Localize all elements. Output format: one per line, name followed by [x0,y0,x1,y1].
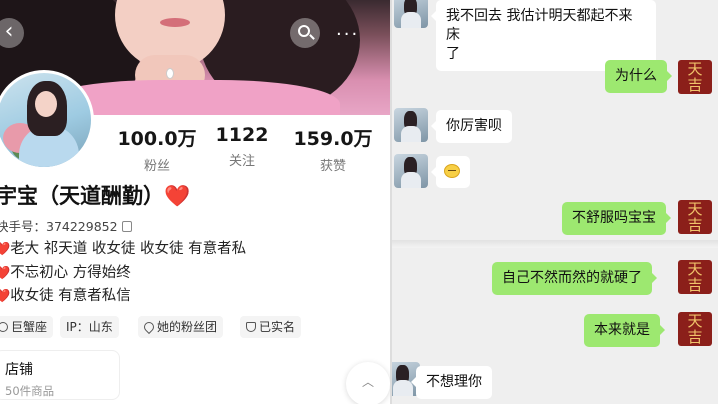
shop-item-count: 50件商品 [5,384,55,398]
stat-label: 获赞 [319,159,346,174]
heart-icon: ❤️ [0,242,11,257]
profile-avatar[interactable] [0,70,94,170]
incoming-message[interactable] [431,156,470,188]
screenshot-seam [392,240,718,248]
bio-text: 不忘初心 方得始终 [10,264,131,281]
message-text: 不想理你 [426,374,482,390]
bio-line: ❤️收女徒 有意者私信 [0,285,246,309]
back-icon: ‹ [4,19,14,44]
tag-label: IP：山东 [66,320,113,334]
stat-label: 关注 [228,154,255,169]
more-options-button[interactable]: ··· [336,24,359,45]
stat-value: 159.0万 [293,128,373,150]
heart-icon: ❤️ [0,265,11,281]
incoming-message[interactable]: 不想理你 [411,366,492,399]
self-avatar[interactable]: 天吉 [678,60,712,94]
shop-title: 店铺 [5,362,33,378]
tag-fans-group[interactable]: 她的粉丝团 [138,316,224,338]
tag-label: 巨蟹座 [11,320,48,334]
tag-label: 已实名 [259,320,296,334]
profile-screen: ‹ ··· 100.0万 粉丝 1122 关注 159.0万 获赞 宇宝（天道酬… [0,0,390,404]
contact-avatar[interactable] [394,0,428,28]
scroll-to-top-button[interactable]: ︿ [346,362,390,404]
message-text: 自己不然而然的就硬了 [502,270,642,286]
message-text: 为什么 [615,68,657,84]
heart-icon: ❤️ [0,289,11,304]
self-avatar[interactable]: 天吉 [678,200,712,234]
heart-icon: ❤️ [164,184,191,208]
bio-text: 收女徒 有意者私信 [10,288,131,304]
awkward-face-emoji-icon [444,164,460,178]
outgoing-message[interactable]: 自己不然而然的就硬了 [492,262,657,295]
user-id: 快手号：374229852 [0,219,118,234]
self-avatar[interactable]: 天吉 [678,260,712,294]
verified-shield-icon [246,322,256,332]
copy-icon[interactable] [121,221,132,232]
outgoing-message[interactable]: 为什么 [605,60,672,93]
nickname-text: 宇宝（天道酬勤） [0,184,164,208]
profile-stats: 100.0万 粉丝 1122 关注 159.0万 获赞 [105,124,390,174]
profile-nickname: 宇宝（天道酬勤）❤️ [0,180,190,210]
bio-line: ❤️不忘初心 方得始终 [0,262,246,286]
message-text: 我不回去 我估计明天都起不来床 [446,8,633,43]
stat-followers[interactable]: 100.0万 粉丝 [113,124,201,174]
zodiac-icon [0,322,8,332]
stat-following[interactable]: 1122 关注 [204,124,280,169]
outgoing-message[interactable]: 本来就是 [584,314,665,347]
shop-card[interactable]: 店铺 50件商品 [0,350,120,400]
bio-line: ❤️老大 祁天道 收女徒 收女徒 有意者私 [0,238,246,262]
stat-value: 1122 [215,124,269,146]
tag-label: 她的粉丝团 [157,320,218,334]
bio-text: 老大 祁天道 收女徒 收女徒 有意者私 [10,241,247,257]
profile-bio: ❤️老大 祁天道 收女徒 收女徒 有意者私 ❤️不忘初心 方得始终 ❤️收女徒 … [0,238,246,309]
message-text: 了 [446,46,460,62]
tag-verified[interactable]: 已实名 [240,316,302,338]
contact-avatar[interactable] [394,108,428,142]
chat-screen: 我不回去 我估计明天都起不来床了 天吉 为什么 你厉害呗 天吉 不舒服吗宝宝 天… [392,0,718,404]
stat-value: 100.0万 [117,128,197,150]
incoming-message[interactable]: 你厉害呗 [431,110,512,143]
chevron-up-icon: ︿ [361,375,374,389]
contact-avatar[interactable] [394,154,428,188]
search-button[interactable] [290,18,320,48]
fans-group-icon [141,319,157,335]
user-id-row[interactable]: 快手号：374229852 [0,216,132,235]
tag-zodiac[interactable]: 巨蟹座 [0,316,54,338]
tag-ip-location: IP：山东 [60,316,119,338]
message-text: 你厉害呗 [446,118,502,134]
self-avatar[interactable]: 天吉 [678,312,712,346]
message-text: 不舒服吗宝宝 [572,210,656,226]
message-text: 本来就是 [594,322,650,338]
outgoing-message[interactable]: 不舒服吗宝宝 [562,202,671,235]
stat-likes[interactable]: 159.0万 获赞 [285,124,381,174]
stat-label: 粉丝 [143,159,170,174]
